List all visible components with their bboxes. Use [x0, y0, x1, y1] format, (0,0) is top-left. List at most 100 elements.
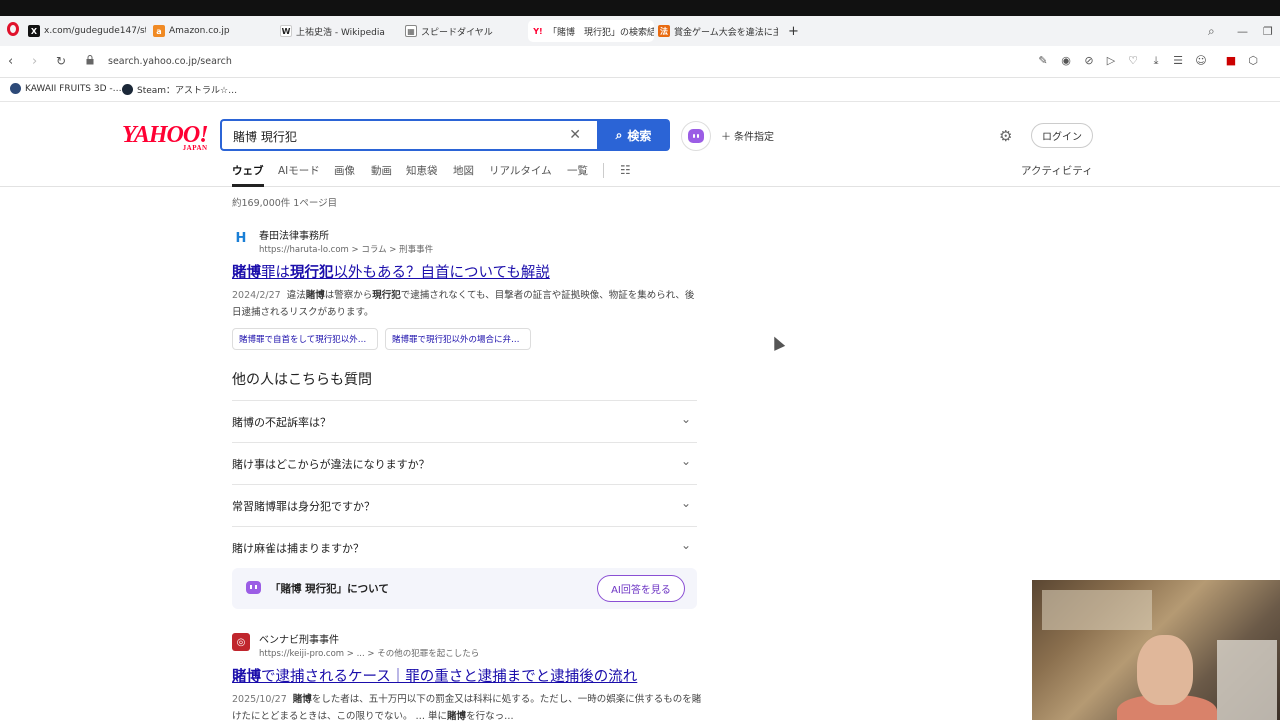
search-button[interactable]: ⌕ 検索: [597, 119, 670, 151]
paa-question-text: 賭け事はどこからが違法になりますか？: [232, 458, 430, 471]
result-title-link[interactable]: 賭博で逮捕されるケース｜罪の重さと逮捕までと逮捕後の流れ: [232, 665, 702, 686]
tab-search-icon[interactable]: ⌕: [1208, 20, 1215, 42]
minimize-icon[interactable]: —: [1237, 20, 1248, 42]
play-icon[interactable]: ▷: [1104, 54, 1118, 67]
tab-label: Amazon.co.jp: [169, 26, 230, 36]
screen-top-bar: [0, 0, 1280, 16]
cube-icon[interactable]: ⬡: [1246, 54, 1260, 67]
ai-assistant-button[interactable]: [681, 121, 711, 151]
opera-logo-icon[interactable]: [7, 22, 19, 36]
paa-question[interactable]: 賭け事はどこからが違法になりますか？ ⌄: [232, 442, 697, 484]
result-date: 2025/10/27: [232, 694, 287, 705]
bookmark-kawaii-fruits[interactable]: KAWAII FRUITS 3D -…: [10, 83, 122, 94]
tab-chiebukuro[interactable]: 知恵袋: [406, 163, 438, 178]
tab-label: 上祐史浩 - Wikipedia: [296, 27, 385, 38]
chevron-down-icon: ⌄: [680, 496, 691, 510]
snippet-text: 違法: [286, 290, 306, 301]
bookmarks-bar: KAWAII FRUITS 3D -… Steam：アストラル☆…: [0, 78, 1280, 102]
back-icon[interactable]: ‹: [8, 54, 13, 69]
paa-question[interactable]: 常習賭博罪は身分犯ですか？ ⌄: [232, 484, 697, 526]
camera-icon[interactable]: ◉: [1059, 54, 1073, 67]
wikipedia-favicon-icon: W: [280, 25, 292, 37]
vertical-tabs: ウェブ AIモード 画像 動画 知恵袋 地図 リアルタイム 一覧 ☷ アクティビ…: [0, 157, 1280, 187]
site-url: https://haruta-lo.com > コラム > 刑事事件: [259, 245, 434, 255]
forward-icon[interactable]: ›: [32, 54, 37, 69]
edit-icon[interactable]: ✎: [1036, 54, 1050, 67]
login-button[interactable]: ログイン: [1031, 123, 1093, 148]
snippet-highlight: 現行犯: [372, 290, 401, 301]
paa-question[interactable]: 賭け麻雀は捕まりますか？ ⌄: [232, 526, 697, 568]
tab-ai-mode[interactable]: AIモード: [278, 163, 320, 178]
url-field[interactable]: search.yahoo.co.jp/search: [108, 56, 232, 67]
profile-icon[interactable]: ☺: [1194, 54, 1208, 67]
result-site[interactable]: ◎ ベンナビ刑事事件 https://keiji-pro.com > ... >…: [232, 631, 702, 659]
browser-tab-x[interactable]: X x.com/gudegude147/stat: [28, 20, 146, 42]
result-title-link[interactable]: 賭博罪は現行犯以外もある？自首についても解説: [232, 261, 702, 282]
browser-tab-yahoo-search[interactable]: Y! 「賭博 現行犯」の検索結果: [528, 20, 654, 42]
site-name: 春田法律事務所: [259, 231, 329, 242]
ai-answer-box: 「賭博 現行犯」について AI回答を見る: [232, 568, 697, 609]
mouse-cursor-icon: [768, 334, 786, 351]
webcam-background-papers: [1217, 640, 1277, 720]
ai-answer-button[interactable]: AI回答を見る: [597, 575, 685, 602]
activity-link[interactable]: アクティビティ: [1021, 163, 1093, 178]
lock-icon: [86, 55, 94, 65]
tab-list[interactable]: 一覧: [567, 163, 588, 178]
snippet-highlight: 賭博: [447, 711, 467, 722]
browser-tab-wikipedia[interactable]: W 上祐史浩 - Wikipedia: [280, 20, 398, 42]
tab-label: 「賭博 現行犯」の検索結果: [548, 27, 654, 38]
related-chip[interactable]: 賭博罪で自首をして現行犯以外…: [232, 328, 378, 350]
title-highlight: 現行犯: [290, 265, 334, 281]
restore-window-icon[interactable]: ❐: [1263, 20, 1273, 42]
tab-videos[interactable]: 動画: [371, 163, 392, 178]
shield-icon[interactable]: ⊘: [1082, 54, 1096, 67]
bookmark-label: KAWAII FRUITS 3D -…: [25, 83, 122, 94]
chevron-down-icon: ⌄: [680, 454, 691, 468]
paa-question[interactable]: 賭博の不起訴率は？ ⌄: [232, 400, 697, 442]
tab-web[interactable]: ウェブ: [232, 163, 264, 187]
browser-tab-amazon[interactable]: a Amazon.co.jp: [153, 20, 271, 42]
steam-icon: [122, 84, 133, 95]
new-tab-button[interactable]: +: [788, 20, 799, 42]
search-conditions-button[interactable]: ＋条件指定: [721, 128, 774, 143]
browser-tab-news[interactable]: 法 賞金ゲーム大会を違法に主催: [658, 20, 778, 42]
search-button-label: 検索: [627, 128, 652, 143]
snippet-highlight: 賭博: [292, 694, 312, 705]
title-text: 以外もある？自首についても解説: [333, 265, 550, 281]
filter-sliders-icon[interactable]: ☷: [620, 163, 631, 177]
bookmark-steam[interactable]: Steam：アストラル☆…: [122, 83, 237, 96]
webcam-background-shelf: [1042, 590, 1152, 630]
extension-icon[interactable]: ■: [1224, 54, 1238, 67]
webcam-overlay: [1032, 580, 1280, 720]
tab-label: スピードダイヤル: [421, 27, 493, 38]
settings-lines-icon[interactable]: ☰: [1171, 54, 1185, 67]
download-icon[interactable]: ⤓: [1149, 54, 1163, 68]
kawaii-fruits-icon: [10, 83, 21, 94]
result-site[interactable]: H 春田法律事務所 https://haruta-lo.com > コラム > …: [232, 227, 702, 256]
reload-icon[interactable]: ↻: [56, 54, 66, 68]
address-bar: ‹ › ↻ search.yahoo.co.jp/search ✎ ◉ ⊘ ▷ …: [0, 46, 1280, 78]
chevron-down-icon: ⌄: [680, 412, 691, 426]
tab-map[interactable]: 地図: [453, 163, 474, 178]
title-highlight: 賭博: [232, 265, 261, 281]
related-chip[interactable]: 賭博罪で現行犯以外の場合に弁…: [385, 328, 531, 350]
gear-icon[interactable]: ⚙: [999, 127, 1012, 145]
title-highlight: 賭博: [232, 669, 261, 685]
heart-icon[interactable]: ♡: [1126, 54, 1140, 67]
tab-realtime[interactable]: リアルタイム: [489, 163, 552, 178]
yahoo-japan-logo[interactable]: YAHOO! JAPAN: [122, 123, 209, 152]
conditions-label: 条件指定: [734, 132, 774, 143]
clear-icon[interactable]: ✕: [569, 127, 581, 143]
ai-robot-icon: [246, 581, 261, 594]
search-icon: ⌕: [615, 127, 623, 142]
tab-images[interactable]: 画像: [334, 163, 355, 178]
haruta-favicon-icon: H: [235, 230, 247, 246]
search-input[interactable]: 賭博 現行犯: [233, 128, 297, 145]
result-date: 2024/2/27: [232, 290, 281, 301]
bookmark-label: Steam：アストラル☆…: [137, 86, 238, 96]
paa-question-text: 常習賭博罪は身分犯ですか？: [232, 500, 375, 513]
search-box[interactable]: 賭博 現行犯 ✕: [220, 119, 597, 151]
site-url: https://keiji-pro.com > ... > その他の犯罪を起こし…: [259, 649, 480, 659]
site-name: ベンナビ刑事事件: [259, 635, 339, 646]
browser-tab-speed-dial[interactable]: ▦ スピードダイヤル: [405, 20, 523, 42]
